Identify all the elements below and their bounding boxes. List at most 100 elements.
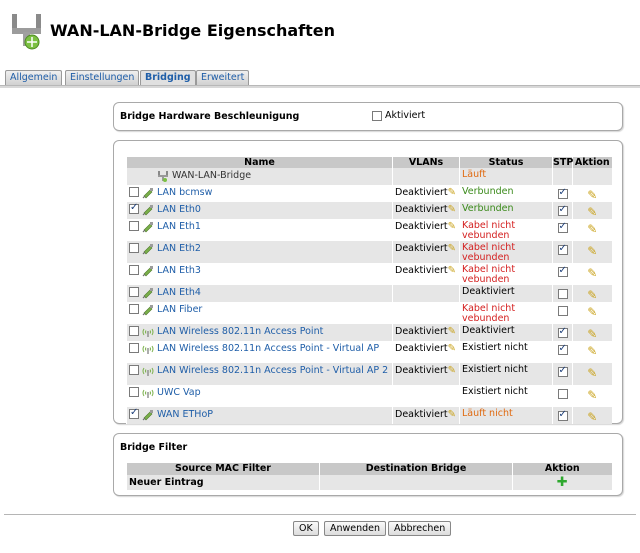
row-select-checkbox[interactable] xyxy=(129,187,139,197)
interface-name[interactable]: UWC Vap xyxy=(157,387,201,398)
interface-name[interactable]: LAN Eth0 xyxy=(157,204,201,215)
ethernet-icon xyxy=(142,187,154,199)
interface-name[interactable]: LAN Wireless 802.11n Access Point - Virt… xyxy=(157,343,379,354)
ethernet-icon xyxy=(142,287,154,299)
edit-vlan-icon[interactable]: ✎ xyxy=(448,343,456,354)
hw-acceleration-checkbox[interactable] xyxy=(372,110,382,121)
table-row: LAN bcmswDeaktiviert✎Verbunden✎ xyxy=(126,185,612,202)
stp-checkbox[interactable] xyxy=(557,204,568,216)
row-select-checkbox[interactable] xyxy=(129,202,139,214)
hw-acceleration-title: Bridge Hardware Beschleunigung xyxy=(120,111,300,122)
table-row: LAN Wireless 802.11n Access Point - Virt… xyxy=(126,363,612,385)
table-row: UWC Vap Existiert nicht ✎ xyxy=(126,385,612,407)
edit-vlan-icon[interactable]: ✎ xyxy=(448,204,456,215)
wireless-icon xyxy=(142,343,154,355)
edit-vlan-icon[interactable]: ✎ xyxy=(448,409,456,420)
table-row: LAN Eth3 Deaktiviert✎ Kabel nicht vebunden… xyxy=(126,263,612,285)
interface-name[interactable]: LAN Wireless 802.11n Access Point xyxy=(157,326,323,337)
edit-interface-icon[interactable]: ✎ xyxy=(587,305,597,319)
edit-interface-icon[interactable]: ✎ xyxy=(587,205,597,219)
stp-checkbox[interactable] xyxy=(557,326,568,338)
bridge-name: WAN-LAN-Bridge xyxy=(172,170,252,181)
interface-name[interactable]: WAN ETHoP xyxy=(157,409,213,420)
tab-erweitert[interactable]: Erweitert xyxy=(196,70,250,86)
wireless-icon xyxy=(142,326,154,338)
column-header-vlans: VLANs xyxy=(392,157,460,168)
edit-vlan-icon[interactable]: ✎ xyxy=(448,221,456,232)
row-select-checkbox[interactable] xyxy=(129,407,139,419)
row-select-checkbox[interactable] xyxy=(129,304,139,314)
new-entry-label[interactable]: Neuer Eintrag xyxy=(126,475,320,490)
row-select-checkbox[interactable] xyxy=(129,343,139,353)
stp-checkbox[interactable] xyxy=(557,265,568,277)
wireless-icon xyxy=(142,365,154,377)
bridge-filter-table: Source MAC Filter Destination Bridge Akt… xyxy=(126,463,612,490)
stp-checkbox[interactable] xyxy=(557,388,568,399)
interface-status: Deaktiviert xyxy=(459,285,553,302)
wireless-icon xyxy=(142,387,154,399)
table-row: LAN Eth0Deaktiviert✎Verbunden✎ xyxy=(126,202,612,219)
edit-interface-icon[interactable]: ✎ xyxy=(587,388,597,402)
interface-status: Kabel nicht vebunden xyxy=(459,241,553,263)
edit-vlan-icon[interactable]: ✎ xyxy=(448,243,456,254)
cancel-button[interactable]: Abbrechen xyxy=(388,521,452,536)
footer-divider xyxy=(4,514,636,515)
stp-checkbox[interactable] xyxy=(557,221,568,233)
edit-vlan-icon[interactable]: ✎ xyxy=(448,365,456,376)
edit-vlan-icon[interactable]: ✎ xyxy=(448,265,456,276)
edit-interface-icon[interactable]: ✎ xyxy=(587,244,597,258)
interface-name[interactable]: LAN Fiber xyxy=(157,304,202,315)
stp-checkbox[interactable] xyxy=(557,343,568,355)
edit-interface-icon[interactable]: ✎ xyxy=(587,188,597,202)
edit-interface-icon[interactable]: ✎ xyxy=(587,327,597,341)
interface-name[interactable]: LAN Eth3 xyxy=(157,265,201,276)
edit-interface-icon[interactable]: ✎ xyxy=(587,344,597,358)
interface-name[interactable]: LAN Eth4 xyxy=(157,287,201,298)
vlan-value: Deaktiviert xyxy=(395,204,448,215)
tab-allgemein[interactable]: Allgemein xyxy=(5,70,63,86)
new-entry-row: Neuer Eintrag ✚ xyxy=(126,475,612,490)
edit-vlan-icon[interactable]: ✎ xyxy=(448,326,456,337)
interface-status: Verbunden xyxy=(459,202,553,219)
table-row: LAN Eth2 Deaktiviert✎ Kabel nicht vebunden… xyxy=(126,241,612,263)
tab-einstellungen[interactable]: Einstellungen xyxy=(65,70,140,86)
stp-checkbox[interactable] xyxy=(557,305,568,316)
add-icon[interactable]: ✚ xyxy=(557,476,568,489)
ok-button[interactable]: OK xyxy=(293,521,319,536)
edit-interface-icon[interactable]: ✎ xyxy=(587,288,597,302)
interface-status: Deaktiviert xyxy=(459,324,553,341)
interface-status: Kabel nicht vebunden xyxy=(459,263,553,285)
interface-name[interactable]: LAN bcmsw xyxy=(157,187,212,198)
edit-interface-icon[interactable]: ✎ xyxy=(587,266,597,280)
interface-status: Existiert nicht xyxy=(459,363,553,385)
row-select-checkbox[interactable] xyxy=(129,387,139,397)
edit-interface-icon[interactable]: ✎ xyxy=(587,366,597,380)
vlan-value: Deaktiviert xyxy=(395,326,448,337)
interface-name[interactable]: LAN Eth1 xyxy=(157,221,201,232)
table-row: LAN Eth1 Deaktiviert✎ Kabel nicht vebunden… xyxy=(126,219,612,241)
interface-name[interactable]: LAN Wireless 802.11n Access Point - Virt… xyxy=(157,365,388,376)
row-select-checkbox[interactable] xyxy=(129,326,139,336)
stp-checkbox[interactable] xyxy=(557,243,568,255)
edit-interface-icon[interactable]: ✎ xyxy=(587,410,597,424)
interface-status: Kabel nicht vebunden xyxy=(459,302,553,324)
row-select-checkbox[interactable] xyxy=(129,243,139,253)
vlan-value: Deaktiviert xyxy=(395,187,448,198)
row-select-checkbox[interactable] xyxy=(129,221,139,231)
stp-checkbox[interactable] xyxy=(557,365,568,377)
row-select-checkbox[interactable] xyxy=(129,365,139,375)
row-select-checkbox[interactable] xyxy=(129,265,139,275)
hw-acceleration-panel: Bridge Hardware Beschleunigung Aktiviert xyxy=(113,102,623,131)
ethernet-icon xyxy=(142,243,154,255)
stp-checkbox[interactable] xyxy=(557,288,568,299)
apply-button[interactable]: Anwenden xyxy=(324,521,387,536)
column-header-stp: STP xyxy=(552,157,574,168)
interface-name[interactable]: LAN Eth2 xyxy=(157,243,201,254)
edit-vlan-icon[interactable]: ✎ xyxy=(448,187,456,198)
column-header-name: Name xyxy=(126,157,393,168)
stp-checkbox[interactable] xyxy=(557,409,568,421)
edit-interface-icon[interactable]: ✎ xyxy=(587,222,597,236)
stp-checkbox[interactable] xyxy=(557,187,568,199)
row-select-checkbox[interactable] xyxy=(129,287,139,297)
vlan-value: Deaktiviert xyxy=(395,409,448,420)
